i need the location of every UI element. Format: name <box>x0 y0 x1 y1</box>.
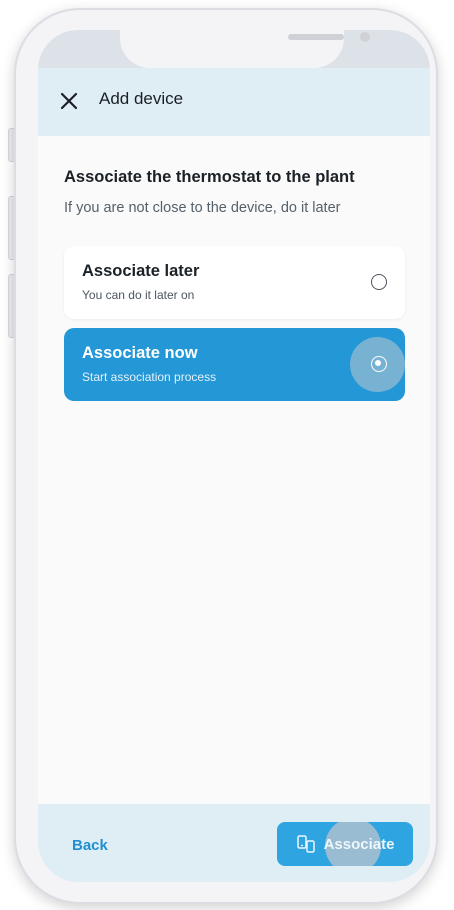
option-title: Associate now <box>82 344 198 362</box>
option-associate-later[interactable]: Associate later You can do it later on <box>64 246 405 319</box>
phone-screen: Add device Associate the thermostat to t… <box>38 30 430 882</box>
section-title: Associate the thermostat to the plant <box>64 168 355 186</box>
footer-bar: Back Associate <box>38 804 430 882</box>
speaker-grille <box>288 34 344 40</box>
phone-notch <box>120 30 370 68</box>
section-subtitle: If you are not close to the device, do i… <box>64 200 341 216</box>
camera-dot <box>360 32 370 42</box>
close-button[interactable] <box>56 88 82 114</box>
option-subtitle: You can do it later on <box>82 288 195 302</box>
page-title: Add device <box>99 89 184 108</box>
main-content: Associate the thermostat to the plant If… <box>38 136 430 804</box>
option-associate-now[interactable]: Associate now Start association process <box>64 328 405 401</box>
back-button[interactable]: Back <box>72 837 108 854</box>
radio-unselected-icon[interactable] <box>371 274 387 290</box>
associate-button-label: Associate <box>323 835 395 853</box>
close-icon <box>60 92 78 110</box>
app-header: Add device <box>38 68 430 136</box>
associate-button[interactable]: Associate <box>277 822 413 866</box>
option-title: Associate later <box>82 262 200 280</box>
devices-icon <box>296 834 316 854</box>
option-subtitle: Start association process <box>82 370 217 384</box>
radio-selected-icon[interactable] <box>371 356 387 372</box>
